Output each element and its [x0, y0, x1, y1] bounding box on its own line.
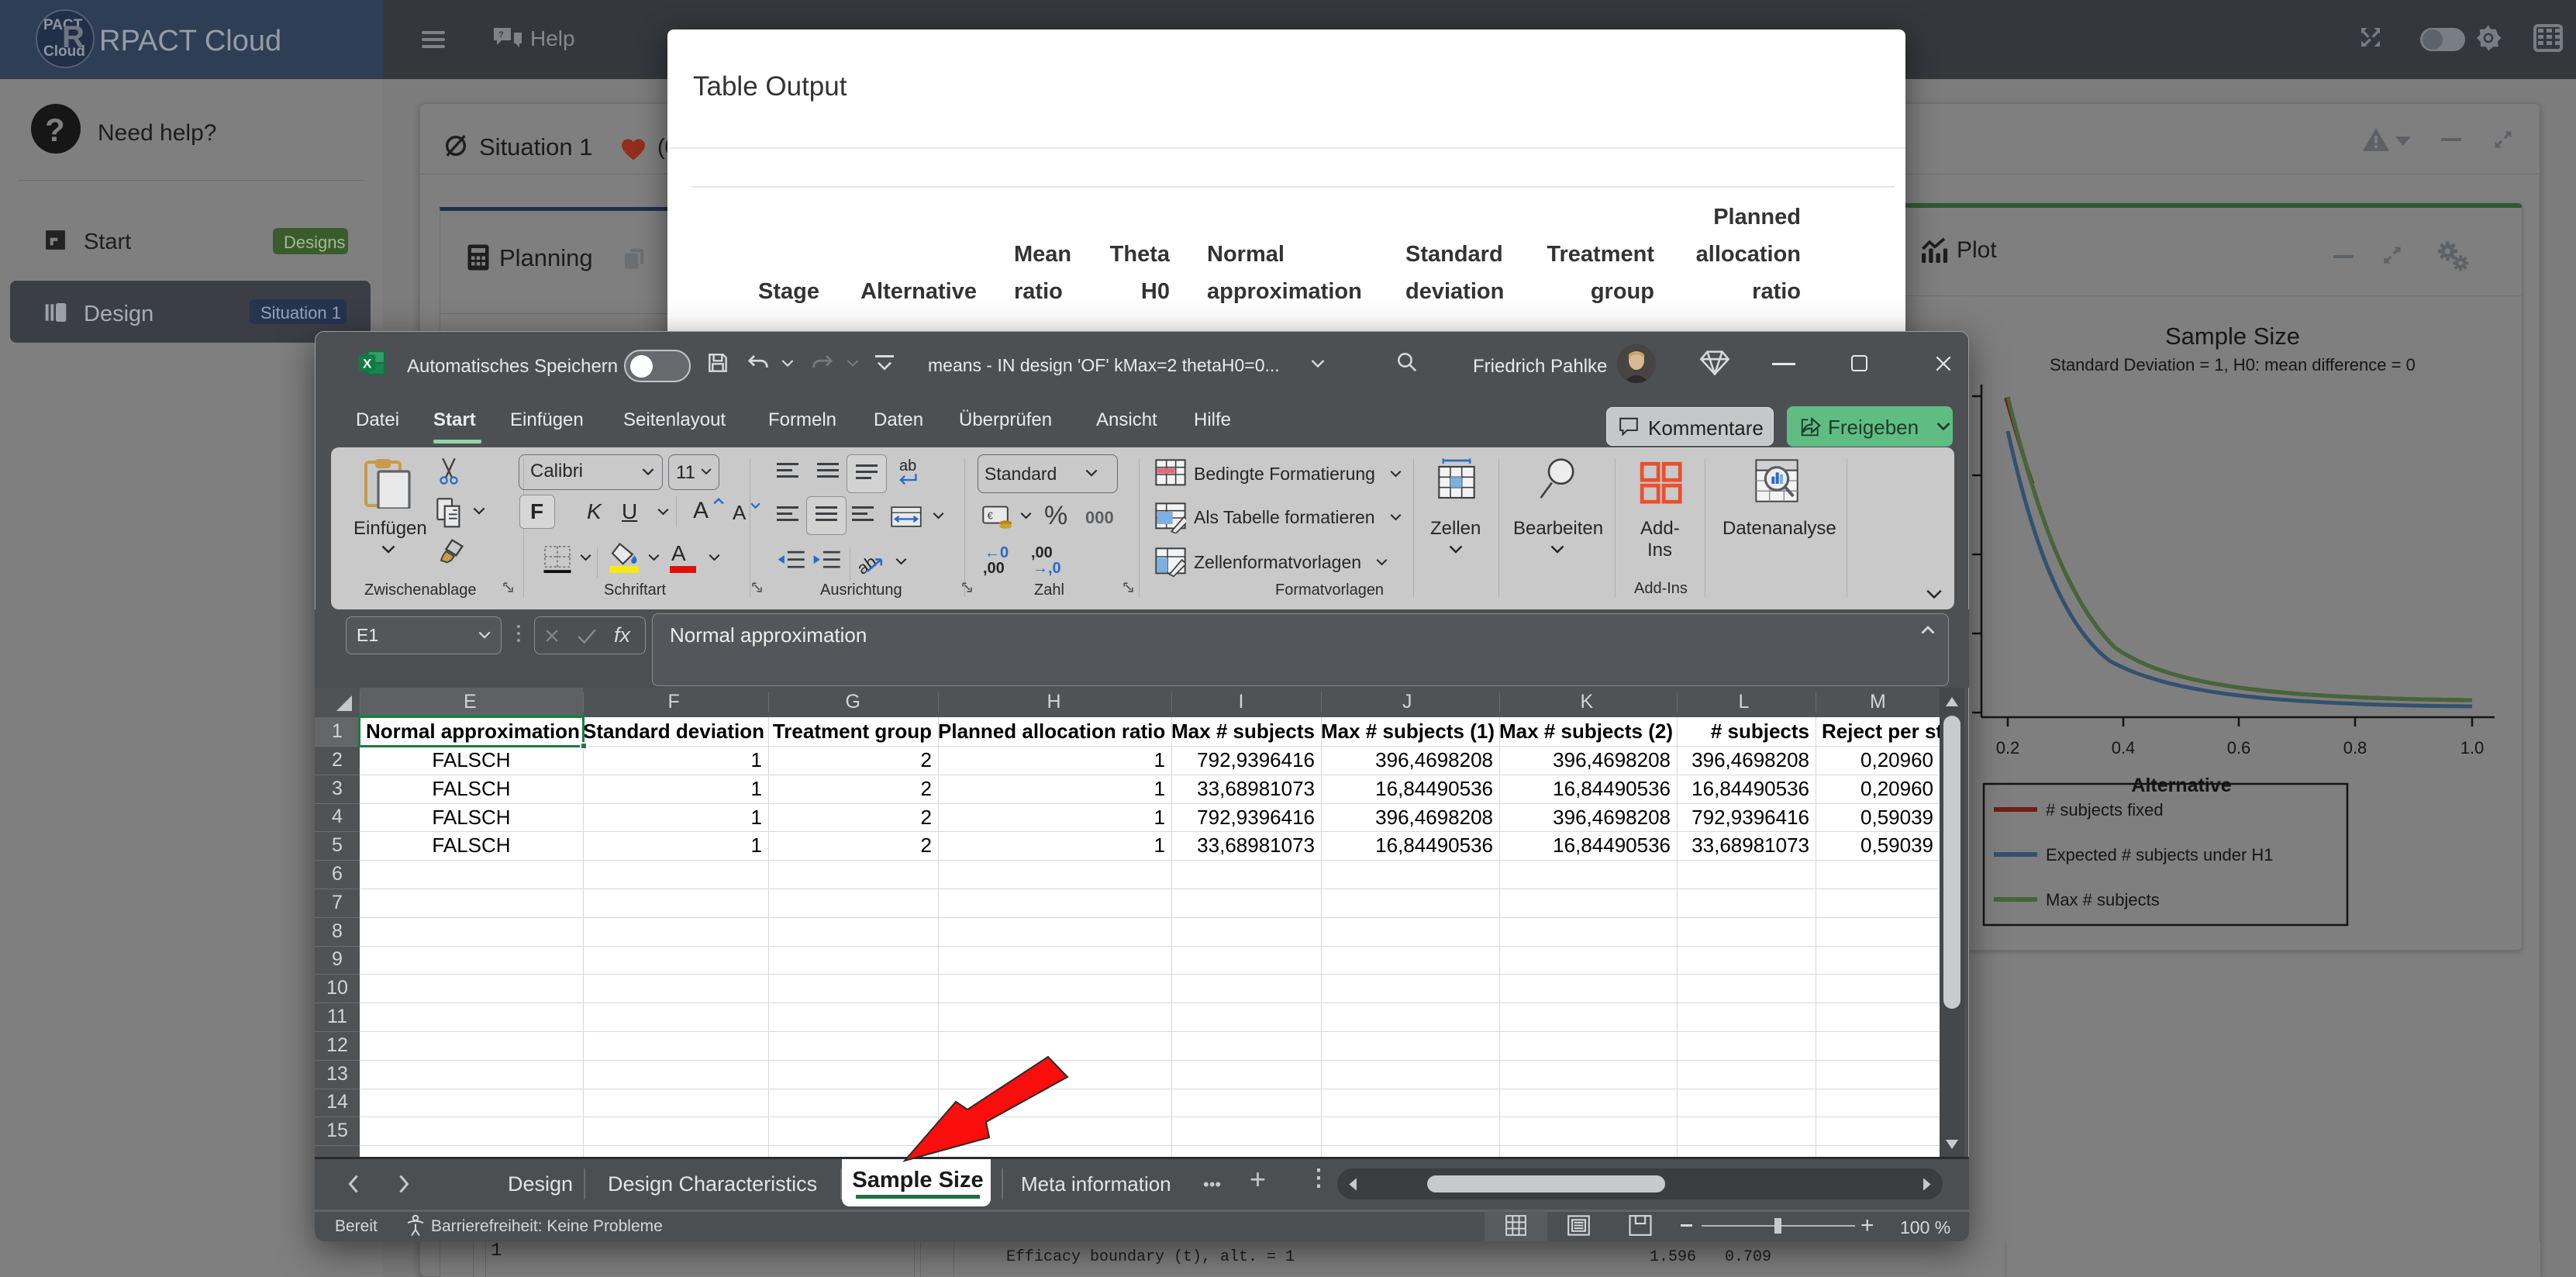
svg-text:0.8: 0.8	[2343, 738, 2367, 758]
svg-text:1.0: 1.0	[2460, 738, 2485, 758]
svg-text:Expected # subjects under H1: Expected # subjects under H1	[2046, 845, 2274, 865]
svg-text:0.4: 0.4	[2112, 738, 2136, 758]
svg-text:Alternative: Alternative	[2131, 775, 2231, 796]
svg-text:€: €	[988, 509, 994, 521]
svg-text:# subjects fixed: # subjects fixed	[2046, 800, 2164, 820]
svg-text:Standard Deviation = 1, H0: me: Standard Deviation = 1, H0: mean differe…	[2050, 355, 2416, 374]
svg-text:0.2: 0.2	[1996, 738, 2020, 758]
svg-text:0.6: 0.6	[2227, 738, 2251, 758]
svg-text:Max # subjects: Max # subjects	[2046, 890, 2160, 909]
svg-text:Sample Size: Sample Size	[2165, 323, 2300, 350]
svg-text:X: X	[363, 356, 372, 371]
svg-text:?: ?	[498, 30, 504, 40]
